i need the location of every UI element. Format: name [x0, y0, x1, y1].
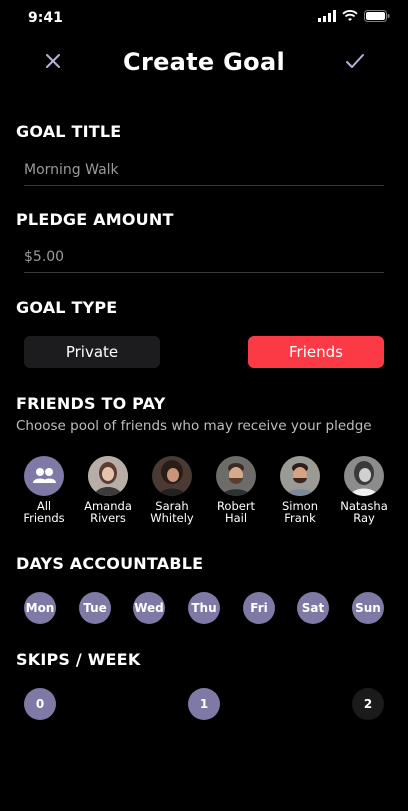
- friends-button[interactable]: Friends: [248, 336, 384, 368]
- friend-name: Sarah Whitely: [150, 499, 194, 525]
- friends-to-pay-label: FRIENDS TO PAY: [16, 394, 166, 413]
- friend-all[interactable]: All Friends: [12, 456, 76, 524]
- avatar: [152, 456, 192, 496]
- day-thu[interactable]: Thu: [188, 592, 220, 624]
- pledge-amount-input[interactable]: [24, 242, 384, 272]
- signal-icon: [318, 10, 336, 22]
- checkmark-icon: [346, 54, 364, 68]
- person-photo-icon: [152, 456, 192, 496]
- person-photo-icon: [216, 456, 256, 496]
- friends-subtitle: Choose pool of friends who may receive y…: [16, 418, 372, 434]
- avatar: [280, 456, 320, 496]
- avatar: [344, 456, 384, 496]
- status-icons: [318, 10, 390, 22]
- goal-type-label: GOAL TYPE: [16, 298, 118, 317]
- status-bar: 9:41: [0, 0, 408, 36]
- day-tue[interactable]: Tue: [79, 592, 111, 624]
- group-icon: [33, 468, 56, 483]
- skip-option-2[interactable]: 2: [352, 688, 384, 720]
- day-mon[interactable]: Mon: [24, 592, 56, 624]
- status-time: 9:41: [28, 10, 63, 26]
- friend-name: Simon Frank: [281, 499, 319, 525]
- day-wed[interactable]: Wed: [133, 592, 165, 624]
- person-photo-icon: [88, 456, 128, 496]
- friend-robert-hail[interactable]: Robert Hail: [204, 456, 268, 524]
- skip-option-0[interactable]: 0: [24, 688, 56, 720]
- day-fri[interactable]: Fri: [243, 592, 275, 624]
- goal-title-field-wrapper: [24, 155, 384, 186]
- friends-list: All Friends Amanda Rivers Sarah Whitely …: [0, 456, 408, 528]
- days-accountable-label: DAYS ACCOUNTABLE: [16, 554, 204, 573]
- avatar: [216, 456, 256, 496]
- private-button[interactable]: Private: [24, 336, 160, 368]
- friend-sarah-whitely[interactable]: Sarah Whitely: [140, 456, 204, 524]
- header: Create Goal: [0, 40, 408, 84]
- friend-name: Amanda Rivers: [84, 499, 132, 525]
- battery-icon: [364, 10, 390, 22]
- goal-title-label: GOAL TITLE: [16, 122, 122, 141]
- friend-amanda-rivers[interactable]: Amanda Rivers: [76, 456, 140, 524]
- wifi-icon: [342, 10, 358, 21]
- person-photo-icon: [344, 456, 384, 496]
- friend-name: Robert Hail: [216, 499, 256, 525]
- day-sat[interactable]: Sat: [297, 592, 329, 624]
- goal-title-input[interactable]: [24, 155, 384, 185]
- skip-option-1[interactable]: 1: [188, 688, 220, 720]
- skips-per-week-label: SKIPS / WEEK: [16, 650, 141, 669]
- friend-simon-frank[interactable]: Simon Frank: [268, 456, 332, 524]
- friend-name: All Friends: [23, 499, 65, 525]
- friend-natasha-ray[interactable]: Natasha Ray: [332, 456, 396, 524]
- avatar: [88, 456, 128, 496]
- friend-name: Natasha Ray: [340, 499, 388, 525]
- pledge-amount-field-wrapper: [24, 242, 384, 273]
- pledge-amount-label: PLEDGE AMOUNT: [16, 210, 174, 229]
- group-avatar: [24, 456, 64, 496]
- day-sun[interactable]: Sun: [352, 592, 384, 624]
- confirm-button[interactable]: [342, 48, 368, 74]
- person-photo-icon: [280, 456, 320, 496]
